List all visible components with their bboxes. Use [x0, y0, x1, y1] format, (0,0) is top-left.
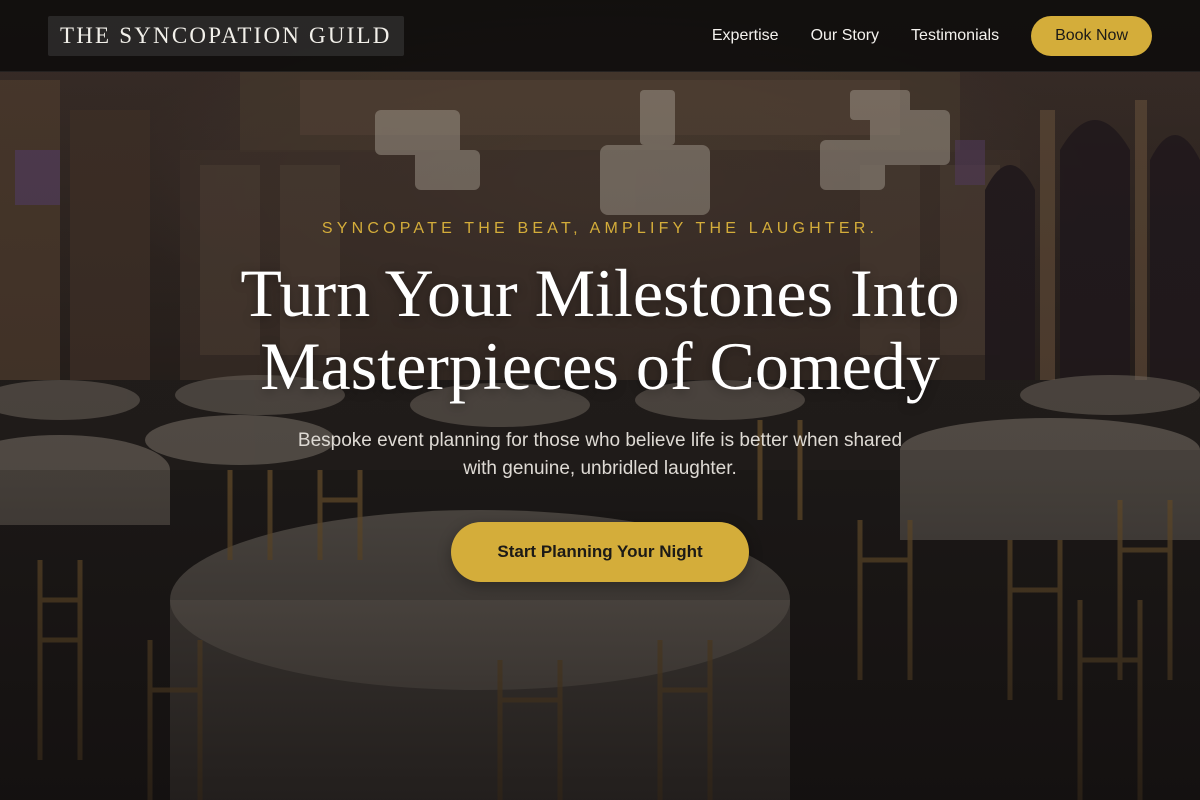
hero-headline-line-1: Turn Your Milestones Into	[240, 255, 960, 331]
hero-tagline: Syncopate the beat, amplify the laughter…	[321, 220, 879, 237]
top-navbar: THE SYNCOPATION GUILD Expertise Our Stor…	[0, 0, 1200, 72]
start-planning-button[interactable]: Start Planning Your Night	[451, 522, 749, 582]
nav-link-our-story[interactable]: Our Story	[811, 27, 879, 45]
nav-link-testimonials[interactable]: Testimonials	[911, 27, 999, 45]
nav-links: Expertise Our Story Testimonials Book No…	[712, 15, 1152, 56]
nav-link-expertise[interactable]: Expertise	[712, 27, 779, 45]
hero-headline-line-2: Masterpieces of Comedy	[260, 328, 940, 404]
hero-headline: Turn Your Milestones Into Masterpieces o…	[0, 257, 1200, 403]
hero-subtext: Bespoke event planning for those who bel…	[297, 430, 903, 479]
book-now-button[interactable]: Book Now	[1031, 15, 1152, 56]
hero-section: Syncopate the beat, amplify the laughter…	[0, 0, 1200, 800]
brand-logo[interactable]: THE SYNCOPATION GUILD	[48, 15, 404, 56]
